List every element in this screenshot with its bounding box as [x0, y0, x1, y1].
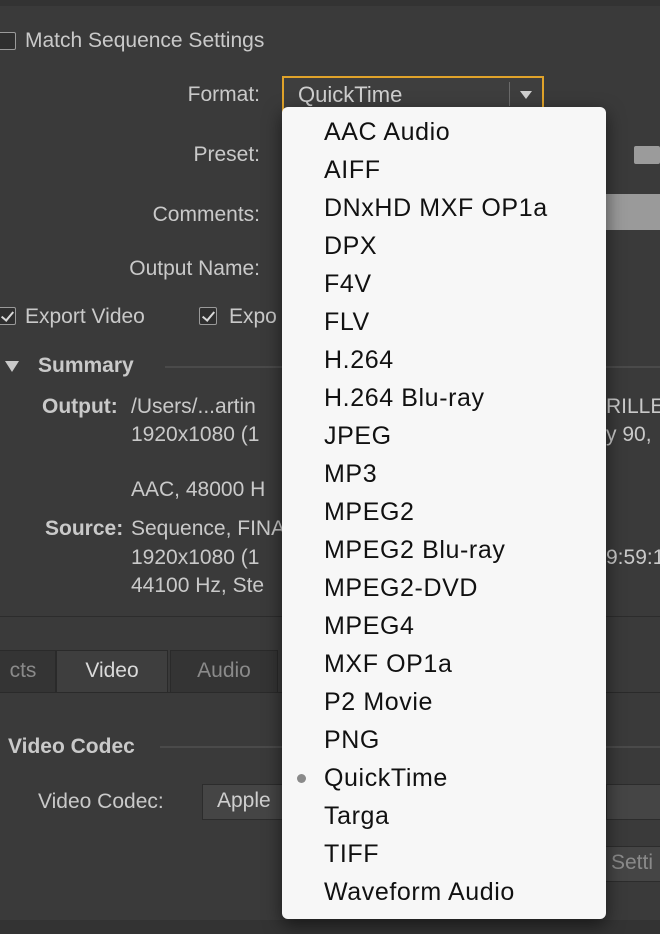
format-menu-item-label: QuickTime — [324, 764, 448, 792]
format-menu-item-label: P2 Movie — [324, 688, 434, 716]
summary-output-label: Output: — [42, 395, 118, 418]
format-menu-item-label: F4V — [324, 270, 372, 298]
video-codec-section-title: Video Codec — [8, 735, 135, 758]
tab-video[interactable]: Video — [56, 650, 168, 692]
format-menu-item-label: PNG — [324, 726, 380, 754]
format-menu-item-label: TIFF — [324, 840, 380, 868]
format-menu-item-label: DPX — [324, 232, 378, 260]
summary-output-line-3: AAC, 48000 H — [131, 478, 266, 501]
bottom-divider — [0, 920, 660, 934]
format-menu-item-p2-movie[interactable]: P2 Movie — [282, 683, 606, 721]
tab-effects[interactable]: cts — [0, 650, 56, 692]
dialog-title-strip — [0, 0, 660, 6]
format-menu-item-label: AAC Audio — [324, 118, 451, 146]
format-menu-item-label: MXF OP1a — [324, 650, 453, 678]
format-menu-item-label: MPEG4 — [324, 612, 415, 640]
format-menu-item-h-264[interactable]: H.264 — [282, 341, 606, 379]
format-menu-item-label: H.264 Blu-ray — [324, 384, 485, 412]
format-menu-item-png[interactable]: PNG — [282, 721, 606, 759]
video-codec-dropdown-value: Apple — [217, 789, 271, 812]
summary-collapse-icon[interactable] — [5, 361, 19, 372]
format-menu-item-mpeg2-blu-ray[interactable]: MPEG2 Blu-ray — [282, 531, 606, 569]
summary-source-line-1: Sequence, FINA — [131, 517, 286, 540]
export-video-label: Export Video — [25, 305, 145, 328]
output-name-label: Output Name: — [129, 257, 260, 280]
format-menu-item-mpeg2-dvd[interactable]: MPEG2-DVD — [282, 569, 606, 607]
format-popup-menu: AAC Audio AIFF DNxHD MXF OP1a DPX F4V FLV H.26… — [282, 107, 606, 919]
format-menu-item-label: MPEG2 Blu-ray — [324, 536, 506, 564]
format-dropdown-value: QuickTime — [298, 82, 403, 107]
format-menu-item-f4v[interactable]: F4V — [282, 265, 606, 303]
summary-output-line-2: 1920x1080 (1 — [131, 423, 260, 446]
format-menu-item-label: MPEG2-DVD — [324, 574, 479, 602]
summary-output-right-2: y 90, — [606, 423, 652, 446]
summary-source-line-3: 44100 Hz, Ste — [131, 574, 265, 597]
format-menu-item-mp3[interactable]: MP3 — [282, 455, 606, 493]
format-menu-item-label: Targa — [324, 802, 390, 830]
format-menu-item-aiff[interactable]: AIFF — [282, 151, 606, 189]
tab-audio[interactable]: Audio — [170, 650, 278, 692]
format-menu-item-mpeg4[interactable]: MPEG4 — [282, 607, 606, 645]
format-menu-item-jpeg[interactable]: JPEG — [282, 417, 606, 455]
comments-label: Comments: — [152, 203, 260, 226]
format-menu-item-label: DNxHD MXF OP1a — [324, 194, 548, 222]
format-menu-item-h-264-blu-ray[interactable]: H.264 Blu-ray — [282, 379, 606, 417]
format-menu-item-waveform-audio[interactable]: Waveform Audio — [282, 873, 606, 911]
match-sequence-label: Match Sequence Settings — [25, 29, 265, 52]
format-menu-item-label: FLV — [324, 308, 370, 336]
summary-source-line-2: 1920x1080 (1 — [131, 546, 260, 569]
format-menu-item-tiff[interactable]: TIFF — [282, 835, 606, 873]
comments-input[interactable] — [600, 194, 660, 230]
codec-settings-button-label: Setti — [611, 851, 654, 874]
format-menu-item-mpeg2[interactable]: MPEG2 — [282, 493, 606, 531]
format-menu-item-label: MP3 — [324, 460, 378, 488]
format-menu-item-dpx[interactable]: DPX — [282, 227, 606, 265]
format-menu-item-label: Waveform Audio — [324, 878, 515, 906]
summary-title: Summary — [38, 354, 134, 377]
export-video-checkbox[interactable] — [0, 307, 16, 325]
format-menu-item-aac-audio[interactable]: AAC Audio — [282, 113, 606, 151]
format-menu-item-flv[interactable]: FLV — [282, 303, 606, 341]
export-audio-label: Expo — [229, 305, 277, 328]
summary-source-label: Source: — [45, 517, 124, 540]
match-sequence-checkbox[interactable] — [0, 32, 16, 50]
format-dropdown-separator — [509, 82, 510, 106]
format-menu-item-mxf-op1a[interactable]: MXF OP1a — [282, 645, 606, 683]
format-menu-item-label: JPEG — [324, 422, 392, 450]
format-label: Format: — [187, 83, 260, 106]
summary-source-right-2: 9:59:1 — [606, 546, 660, 569]
format-menu-item-targa[interactable]: Targa — [282, 797, 606, 835]
video-codec-label: Video Codec: — [38, 790, 164, 813]
delete-preset-icon[interactable] — [632, 140, 660, 170]
selected-dot-icon — [297, 774, 306, 783]
codec-settings-button[interactable]: Setti — [600, 846, 660, 882]
format-menu-item-label: MPEG2 — [324, 498, 415, 526]
export-audio-checkbox[interactable] — [199, 307, 217, 325]
chevron-down-icon — [520, 91, 532, 99]
format-menu-item-dnxhd-mxf-op1a[interactable]: DNxHD MXF OP1a — [282, 189, 606, 227]
format-menu-item-quicktime[interactable]: QuickTime — [282, 759, 606, 797]
summary-output-right-1: RILLEX — [606, 395, 660, 418]
summary-output-line-1: /Users/...artin — [131, 395, 256, 418]
format-menu-item-label: AIFF — [324, 156, 381, 184]
format-menu-item-label: H.264 — [324, 346, 394, 374]
preset-label: Preset: — [193, 143, 260, 166]
video-codec-field-extension — [606, 784, 660, 820]
